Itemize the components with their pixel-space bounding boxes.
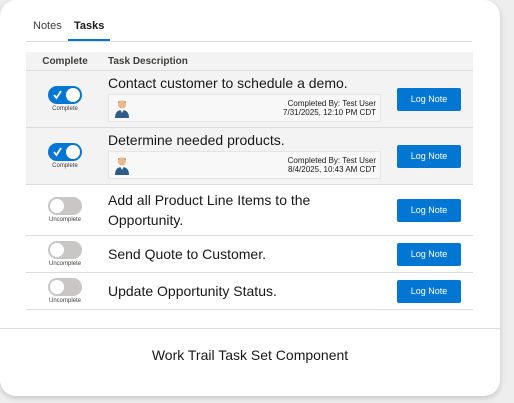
completed-timestamp: 7/31/2025, 12:10 PM CDT [283,108,376,117]
task-row: Uncomplete Add all Product Line Items to… [26,184,473,236]
work-trail-card: Notes Tasks Complete Task Description Co… [0,0,500,396]
completed-by-info: Completed By: Test User 8/4/2025, 10:43 … [288,156,376,174]
toggle-knob [50,280,64,294]
task-description-cell: Contact customer to schedule a demo. Com… [104,70,385,128]
action-cell: Log Note [385,184,473,236]
column-header-task-description: Task Description [104,52,385,71]
completed-timestamp: 8/4/2025, 10:43 AM CDT [287,165,376,174]
tab-bar: Notes Tasks [26,12,472,42]
toggle-knob [66,88,80,102]
complete-toggle[interactable] [48,278,82,296]
user-avatar-icon [115,100,129,118]
complete-cell: Complete [26,70,104,128]
action-cell: Log Note [385,235,473,273]
task-description-cell: Add all Product Line Items to the Opport… [104,184,385,236]
toggle-status-label: Complete [52,106,78,112]
task-description-cell: Send Quote to Customer. [104,235,385,273]
column-header-actions [385,52,473,71]
toggle-status-label: Uncomplete [48,261,81,267]
log-note-button[interactable]: Log Note [397,87,461,111]
user-avatar-icon [115,157,129,175]
task-description-cell: Determine needed products. Completed By:… [104,127,385,185]
action-cell: Log Note [385,272,473,310]
task-title: Update Opportunity Status. [108,283,277,299]
complete-toggle[interactable] [48,86,82,104]
completion-info: Completed By: Test User 8/4/2025, 10:43 … [108,151,381,179]
log-note-button[interactable]: Log Note [397,242,461,266]
column-header-complete: Complete [26,52,104,71]
task-title: Add all Product Line Items to the Opport… [108,192,311,228]
completed-by-info: Completed By: Test User 7/31/2025, 12:10… [283,99,376,117]
table-header-row: Complete Task Description [26,52,473,71]
action-cell: Log Note [385,70,473,128]
toggle-status-label: Complete [52,163,78,169]
task-description-cell: Update Opportunity Status. [104,272,385,310]
completed-by-text: Completed By: Test User [287,156,376,165]
complete-toggle[interactable] [48,241,82,259]
toggle-status-label: Uncomplete [48,217,81,223]
checkmark-icon [53,90,62,100]
log-note-button[interactable]: Log Note [397,144,461,168]
toggle-knob [50,243,64,257]
tab-tasks[interactable]: Tasks [67,12,111,41]
footer-divider [0,328,500,329]
toggle-knob [50,199,64,213]
task-title: Contact customer to schedule a demo. [108,75,348,91]
complete-cell: Uncomplete [26,184,104,236]
toggle-knob [66,145,80,159]
task-title: Determine needed products. [108,132,285,148]
task-title: Send Quote to Customer. [108,246,266,262]
complete-cell: Complete [26,127,104,185]
action-cell: Log Note [385,127,473,185]
complete-toggle[interactable] [48,197,82,215]
checkmark-icon [53,147,62,157]
complete-cell: Uncomplete [26,235,104,273]
log-note-button[interactable]: Log Note [397,279,461,303]
log-note-button[interactable]: Log Note [397,198,461,222]
tab-notes[interactable]: Notes [33,12,62,40]
complete-toggle[interactable] [48,143,82,161]
task-row: Complete Determine needed products. Comp… [26,127,473,185]
completed-by-text: Completed By: Test User [287,99,376,108]
task-table: Complete Task Description Complete Conta… [26,52,473,310]
complete-cell: Uncomplete [26,272,104,310]
task-row: Complete Contact customer to schedule a … [26,70,473,128]
completion-info: Completed By: Test User 7/31/2025, 12:10… [108,94,381,122]
task-row: Uncomplete Send Quote to Customer. Log N… [26,235,473,273]
component-caption: Work Trail Task Set Component [151,347,349,363]
toggle-status-label: Uncomplete [48,298,81,304]
task-row: Uncomplete Update Opportunity Status. Lo… [26,272,473,310]
